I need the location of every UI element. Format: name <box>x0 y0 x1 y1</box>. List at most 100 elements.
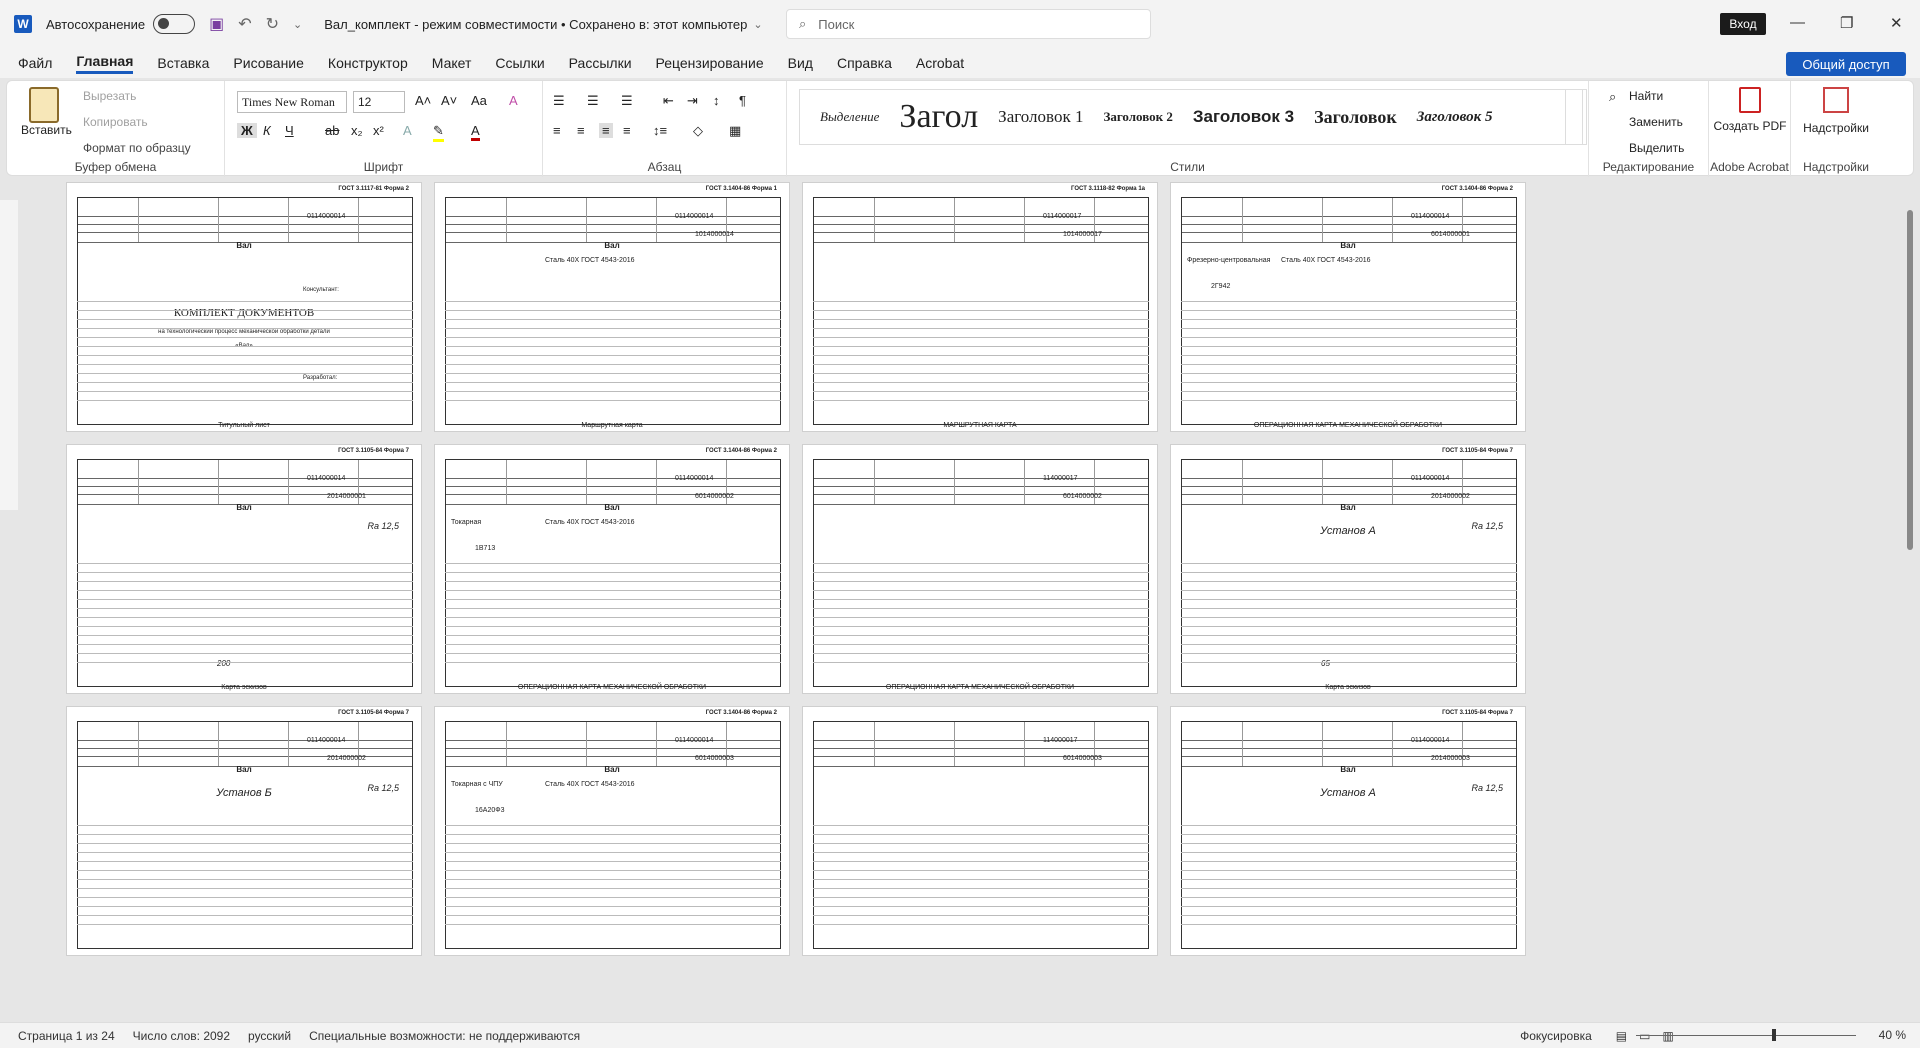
document-page[interactable]: ГОСТ 3.1118-82 Форма 1а 0114000017 1014000… <box>802 182 1158 432</box>
zoom-level[interactable]: 40 % <box>1879 1028 1906 1042</box>
font-size-select[interactable]: 12 <box>353 91 405 113</box>
font-color-icon[interactable]: A <box>471 123 480 141</box>
increase-indent-icon[interactable]: ⇥ <box>687 93 698 109</box>
vertical-scrollbar[interactable] <box>1904 200 1916 1024</box>
create-pdf-button[interactable]: Создать PDF <box>1713 119 1787 133</box>
document-page[interactable]: ГОСТ 3.1105-84 Форма 7 0114000014 20140000… <box>1170 444 1526 694</box>
redo-icon[interactable]: ↻ <box>266 14 279 34</box>
word-count[interactable]: Число слов: 2092 <box>133 1029 230 1043</box>
search-box[interactable]: ⌕ Поиск <box>786 9 1151 39</box>
addins-icon[interactable] <box>1823 87 1849 113</box>
select-button[interactable]: Выделить <box>1629 141 1684 155</box>
document-page[interactable]: ГОСТ 3.1404-86 Форма 2 0114000014 60140000… <box>1170 182 1526 432</box>
style-heading1[interactable]: Заголовок 1 <box>998 107 1083 127</box>
clear-formatting-icon[interactable]: A <box>509 93 518 108</box>
tab-layout[interactable]: Макет <box>432 55 472 71</box>
tab-help[interactable]: Справка <box>837 55 892 71</box>
align-center-icon[interactable]: ≡ <box>577 123 585 138</box>
justify-icon[interactable]: ≡ <box>623 123 631 138</box>
document-canvas[interactable]: ГОСТ 3.1117-81 Форма 2 0114000014 Вал КОМПЛ… <box>22 182 1908 1024</box>
line-spacing-icon[interactable]: ↕≡ <box>653 123 667 138</box>
scrollbar-thumb[interactable] <box>1907 210 1913 550</box>
title-chevron-icon[interactable]: ⌄ <box>753 18 762 31</box>
cut-button[interactable]: Вырезать <box>83 89 136 103</box>
shrink-font-icon[interactable]: A˅ <box>441 93 457 108</box>
page-count[interactable]: Страница 1 из 24 <box>18 1029 115 1043</box>
underline-icon[interactable]: Ч <box>285 123 294 138</box>
style-title[interactable]: Загол <box>899 98 978 136</box>
addins-button[interactable]: Надстройки <box>1791 121 1881 135</box>
numbering-icon[interactable]: ☰ <box>587 93 599 109</box>
styles-more-icon[interactable] <box>1565 89 1583 145</box>
grow-font-icon[interactable]: A˄ <box>415 93 431 108</box>
font-family-select[interactable]: Times New Roman <box>237 91 347 113</box>
login-button[interactable]: Вход <box>1720 13 1766 35</box>
language[interactable]: русский <box>248 1029 291 1043</box>
document-title[interactable]: Вал_комплект - режим совместимости • Сох… <box>324 17 747 32</box>
format-painter-button[interactable]: Формат по образцу <box>83 141 191 155</box>
restore-icon[interactable]: ❐ <box>1840 14 1853 32</box>
document-page[interactable]: ГОСТ 3.1105-84 Форма 7 0114000014 20140000… <box>66 706 422 956</box>
focus-mode[interactable]: Фокусировка <box>1520 1029 1592 1043</box>
autosave-toggle[interactable] <box>153 14 196 34</box>
save-icon[interactable]: ▣ <box>209 14 224 34</box>
create-pdf-icon[interactable] <box>1739 87 1761 113</box>
document-page[interactable]: ГОСТ 3.1105-84 Форма 7 0114000014 20140000… <box>66 444 422 694</box>
bullets-icon[interactable]: ☰ <box>553 93 565 109</box>
align-left-icon[interactable]: ≡ <box>553 123 561 138</box>
highlight-icon[interactable]: ✎ <box>433 123 444 142</box>
shading-icon[interactable]: ◇ <box>693 123 703 139</box>
style-heading5[interactable]: Заголовок 5 <box>1417 109 1493 126</box>
show-marks-icon[interactable]: ¶ <box>739 93 746 108</box>
tab-design[interactable]: Конструктор <box>328 55 408 71</box>
tab-references[interactable]: Ссылки <box>495 55 544 71</box>
style-heading[interactable]: Заголовок <box>1314 107 1397 128</box>
paste-icon[interactable] <box>29 87 59 123</box>
copy-button[interactable]: Копировать <box>83 115 148 129</box>
read-mode-icon[interactable]: ▤ <box>1616 1029 1627 1043</box>
styles-gallery[interactable]: Выделение Загол Заголовок 1 Заголовок 2 … <box>799 89 1587 145</box>
decrease-indent-icon[interactable]: ⇤ <box>663 93 674 109</box>
tab-mailings[interactable]: Рассылки <box>569 55 632 71</box>
bold-icon[interactable]: Ж <box>237 123 257 138</box>
italic-icon[interactable]: К <box>263 123 271 138</box>
sort-icon[interactable]: ↕ <box>713 93 720 108</box>
multilevel-list-icon[interactable]: ☰ <box>621 93 633 109</box>
superscript-icon[interactable]: x² <box>373 123 384 138</box>
tab-insert[interactable]: Вставка <box>157 55 209 71</box>
replace-button[interactable]: Заменить <box>1629 115 1683 129</box>
document-page[interactable]: ГОСТ 3.1117-81 Форма 2 0114000014 Вал КОМПЛ… <box>66 182 422 432</box>
page-caption: МАРШРУТНАЯ КАРТА <box>943 422 1017 429</box>
tab-review[interactable]: Рецензирование <box>656 55 764 71</box>
share-button[interactable]: Общий доступ <box>1786 52 1906 76</box>
close-icon[interactable]: ✕ <box>1890 14 1903 32</box>
undo-icon[interactable]: ↶ <box>238 14 251 34</box>
style-heading3[interactable]: Заголовок 3 <box>1193 107 1294 127</box>
style-heading2[interactable]: Заголовок 2 <box>1103 109 1172 125</box>
zoom-slider-knob[interactable] <box>1772 1029 1776 1041</box>
tab-file[interactable]: Файл <box>18 55 52 71</box>
minimize-icon[interactable]: — <box>1790 14 1805 31</box>
change-case-icon[interactable]: Aa <box>471 93 487 108</box>
tab-view[interactable]: Вид <box>788 55 813 71</box>
zoom-slider[interactable] <box>1636 1035 1856 1036</box>
subscript-icon[interactable]: x₂ <box>351 123 363 138</box>
align-right-icon[interactable]: ≡ <box>599 123 613 138</box>
document-page[interactable]: ГОСТ 3.1105-84 Форма 7 0114000014 20140000… <box>1170 706 1526 956</box>
document-page[interactable]: ГОСТ 3.1404-86 Форма 2 0114000014 60140000… <box>434 706 790 956</box>
text-effects-icon[interactable]: A <box>403 123 412 138</box>
strikethrough-icon[interactable]: ab <box>325 123 339 138</box>
paste-button[interactable]: Вставить <box>21 123 72 137</box>
document-page[interactable]: ГОСТ 3.1404-86 Форма 2 0114000014 60140000… <box>434 444 790 694</box>
document-page[interactable]: 114000017 6014000002 ОПЕРАЦИОННАЯ КАРТА МЕ… <box>802 444 1158 694</box>
style-emphasis[interactable]: Выделение <box>820 109 879 125</box>
tab-acrobat[interactable]: Acrobat <box>916 55 964 71</box>
borders-icon[interactable]: ▦ <box>729 123 741 139</box>
find-button[interactable]: Найти <box>1629 89 1663 103</box>
tab-home[interactable]: Главная <box>76 53 134 74</box>
accessibility-status[interactable]: Специальные возможности: не поддерживают… <box>309 1029 580 1043</box>
document-page[interactable]: ГОСТ 3.1404-86 Форма 1 0114000014 10140000… <box>434 182 790 432</box>
tab-draw[interactable]: Рисование <box>233 55 304 71</box>
customize-qat-icon[interactable]: ⌄ <box>293 18 302 31</box>
document-page[interactable]: 114000017 6014000003 <box>802 706 1158 956</box>
